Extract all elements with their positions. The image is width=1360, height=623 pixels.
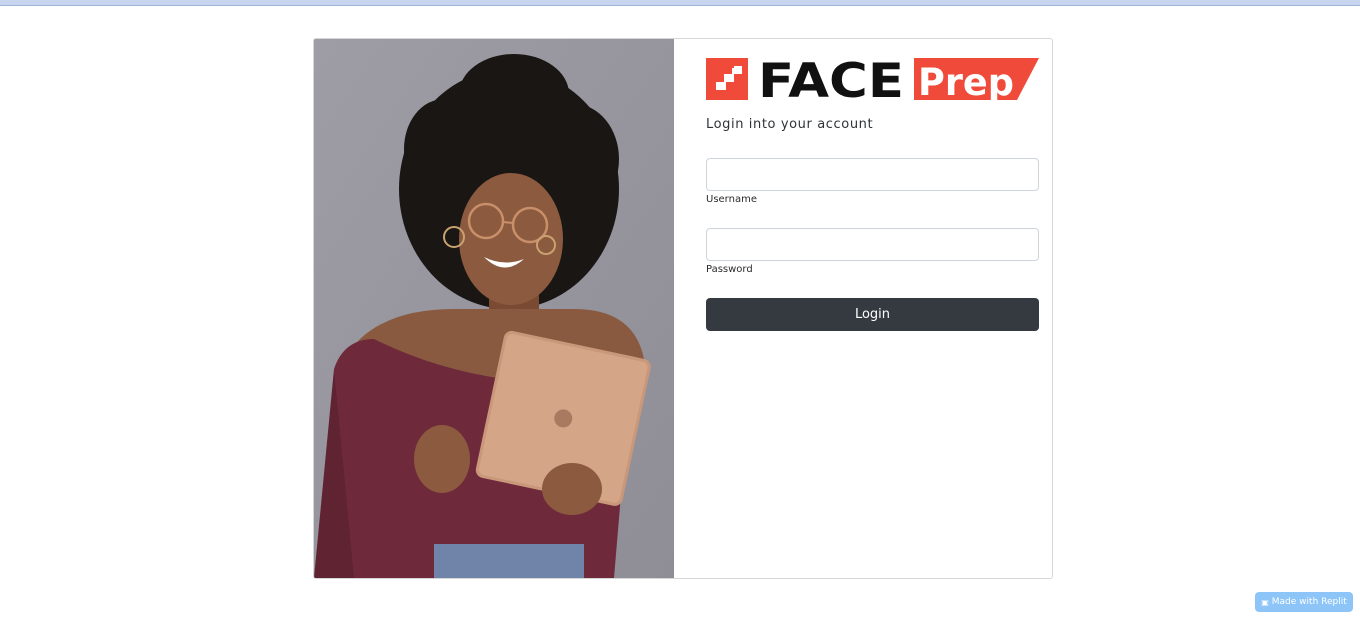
username-label: Username (706, 194, 757, 205)
hero-photo (314, 39, 674, 578)
login-subtitle: Login into your account (706, 117, 874, 132)
login-card: FACE Prep Login into your account Userna… (313, 38, 1053, 579)
svg-text:Prep: Prep (918, 61, 1014, 102)
username-input[interactable] (706, 158, 1039, 191)
svg-text:FACE: FACE (758, 58, 904, 102)
login-form: FACE Prep Login into your account Userna… (706, 39, 1040, 578)
replit-icon: ▣ (1261, 597, 1269, 607)
browser-top-bar (0, 0, 1360, 6)
login-button[interactable]: Login (706, 298, 1039, 331)
made-with-replit-badge[interactable]: ▣ Made with Replit (1255, 592, 1353, 612)
password-label: Password (706, 264, 753, 275)
face-prep-logo: FACE Prep (706, 58, 1039, 102)
password-input[interactable] (706, 228, 1039, 261)
woman-with-tablet-photo (314, 39, 674, 578)
badge-label: Made with Replit (1271, 597, 1347, 607)
